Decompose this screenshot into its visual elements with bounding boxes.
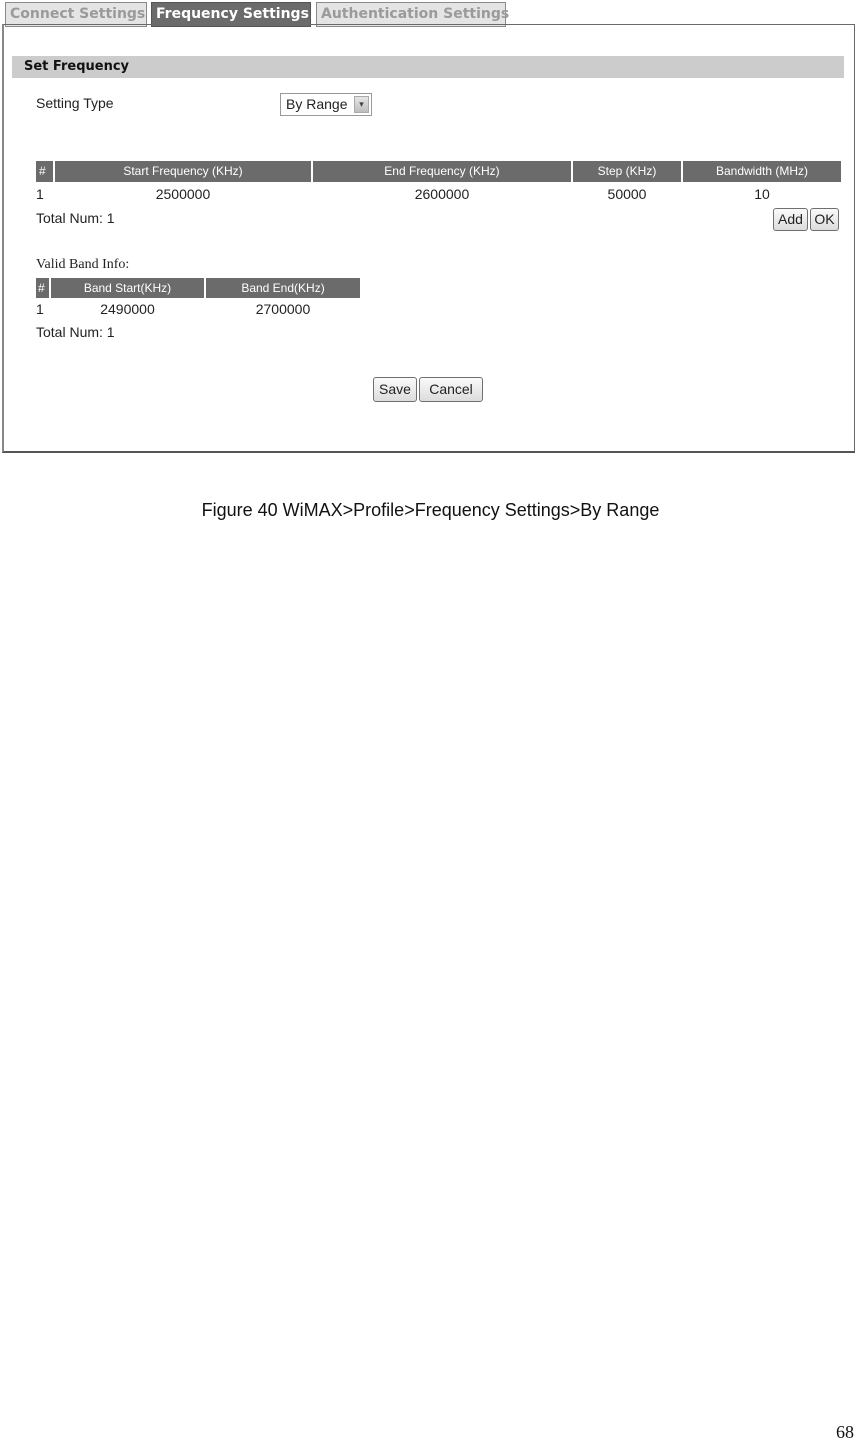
page-number: 68 (836, 1422, 854, 1442)
cell-number: 1 (36, 186, 44, 202)
column-header-number: # (36, 161, 53, 182)
cell-end-frequency: 2600000 (414, 186, 470, 202)
column-header-start-frequency: Start Frequency (KHz) (55, 161, 311, 182)
column-header-bandwidth: Bandwidth (MHz) (683, 161, 841, 182)
setting-type-value: By Range (286, 96, 348, 112)
column-header-band-end: Band End(KHz) (206, 278, 360, 298)
cell-start-frequency: 2500000 (155, 186, 211, 202)
add-button[interactable]: Add (773, 208, 808, 231)
column-header-number: # (36, 278, 49, 298)
save-button[interactable]: Save (373, 377, 417, 402)
valid-band-info-title: Valid Band Info: (36, 257, 130, 272)
cell-band-end: 2700000 (255, 301, 311, 317)
setting-type-select[interactable]: By Range ▾ (280, 93, 372, 116)
setting-type-label: Setting Type (36, 95, 114, 111)
figure-caption: Figure 40 WiMAX>Profile>Frequency Settin… (201, 500, 660, 520)
section-header-set-frequency: Set Frequency (12, 56, 844, 78)
band-total-count: Total Num: 1 (36, 324, 115, 340)
ok-button[interactable]: OK (810, 208, 839, 231)
cancel-button[interactable]: Cancel (419, 377, 483, 402)
cell-step: 50000 (607, 186, 647, 202)
cell-number: 1 (36, 301, 44, 317)
column-header-end-frequency: End Frequency (KHz) (313, 161, 571, 182)
cell-band-start: 2490000 (100, 301, 155, 317)
column-header-step: Step (KHz) (573, 161, 681, 182)
chevron-down-icon[interactable]: ▾ (354, 96, 369, 113)
frequency-total-count: Total Num: 1 (36, 210, 115, 226)
column-header-band-start: Band Start(KHz) (51, 278, 204, 298)
cell-bandwidth: 10 (754, 186, 770, 202)
